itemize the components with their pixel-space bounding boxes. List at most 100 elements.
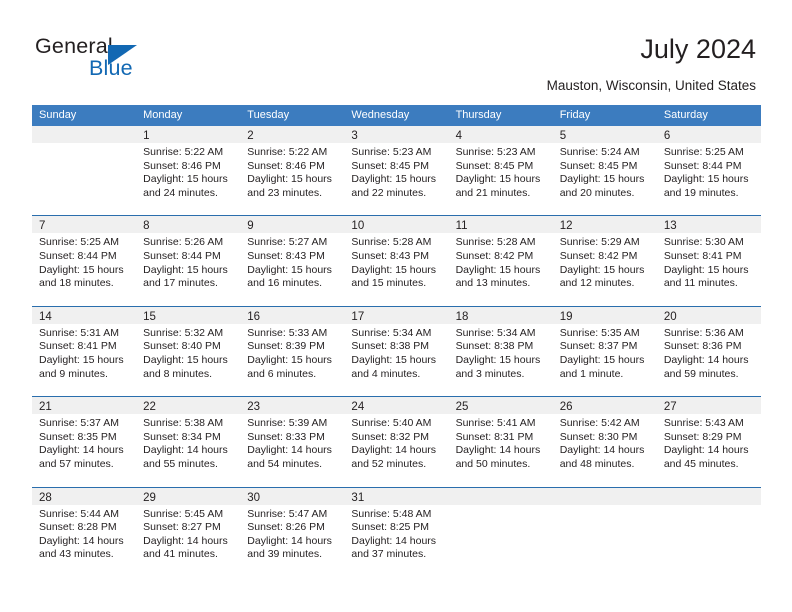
calendar-day-cell[interactable]: 12 Sunrise: 5:29 AM Sunset: 8:42 PM Dayligh… (552, 216, 657, 306)
daylight-duration-line1: Daylight: 15 hours (351, 353, 437, 366)
calendar-page: General Blue July 2024 Mauston, Wisconsi… (0, 0, 792, 612)
calendar-day-cell[interactable]: 9 Sunrise: 5:27 AM Sunset: 8:43 PM Daylight… (240, 216, 345, 306)
calendar-day-cell[interactable]: 20 Sunrise: 5:36 AM Sunset: 8:36 PM Dayligh… (656, 306, 761, 397)
day-number: 20 (663, 310, 677, 323)
sunset-time: Sunset: 8:27 PM (143, 521, 221, 534)
day-details: Sunrise: 5:34 AM Sunset: 8:38 PM Daylight:… (344, 324, 448, 381)
calendar-day-cell[interactable]: 14 Sunrise: 5:31 AM Sunset: 8:41 PM Dayligh… (32, 306, 137, 397)
daylight-duration-line2: and 24 minutes. (143, 186, 218, 199)
day-number-band: 10 (344, 216, 449, 234)
calendar-day-cell[interactable]: 10 Sunrise: 5:28 AM Sunset: 8:43 PM Dayligh… (344, 216, 449, 306)
daylight-duration-line1: Daylight: 15 hours (559, 353, 645, 366)
sunset-time: Sunset: 8:43 PM (247, 249, 325, 262)
calendar-day-cell[interactable]: 29 Sunrise: 5:45 AM Sunset: 8:27 PM Dayligh… (136, 487, 241, 577)
daylight-duration-line1: Daylight: 14 hours (559, 444, 645, 457)
daylight-duration-line2: and 4 minutes. (351, 367, 421, 380)
daylight-duration-line1: Daylight: 14 hours (247, 534, 332, 547)
calendar-day-cell[interactable]: 8 Sunrise: 5:26 AM Sunset: 8:44 PM Daylight… (136, 216, 241, 306)
day-number: 2 (247, 130, 254, 142)
calendar-day-cell[interactable]: 7 Sunrise: 5:25 AM Sunset: 8:44 PM Daylight… (32, 216, 137, 306)
calendar-day-cell[interactable]: 27 Sunrise: 5:43 AM Sunset: 8:29 PM Dayligh… (656, 397, 761, 487)
calendar-day-cell[interactable]: 2 Sunrise: 5:22 AM Sunset: 8:46 PM Daylight… (240, 126, 345, 216)
day-details: Sunrise: 5:34 AM Sunset: 8:38 PM Daylight:… (449, 324, 553, 381)
calendar-day-cell[interactable]: 30 Sunrise: 5:47 AM Sunset: 8:26 PM Dayligh… (240, 487, 345, 577)
calendar-day-cell[interactable]: 24 Sunrise: 5:40 AM Sunset: 8:32 PM Dayligh… (344, 397, 449, 487)
weekday-header-saturday: Saturday (663, 109, 708, 121)
day-details: Sunrise: 5:33 AM Sunset: 8:39 PM Daylight:… (240, 324, 344, 381)
day-number-band: 22 (136, 397, 241, 415)
daylight-duration-line1: Daylight: 15 hours (663, 173, 749, 186)
daylight-duration-line1: Daylight: 15 hours (455, 173, 541, 186)
sunset-time: Sunset: 8:46 PM (247, 159, 325, 172)
sunset-time: Sunset: 8:37 PM (559, 340, 638, 353)
day-number-band: 16 (240, 306, 345, 324)
sunrise-time: Sunrise: 5:44 AM (39, 507, 119, 520)
day-details: Sunrise: 5:29 AM Sunset: 8:42 PM Daylight:… (553, 233, 657, 290)
calendar-day-cell[interactable]: 28 Sunrise: 5:44 AM Sunset: 8:28 PM Dayligh… (32, 487, 137, 577)
day-details: Sunrise: 5:40 AM Sunset: 8:32 PM Daylight:… (344, 414, 448, 471)
sunrise-time: Sunrise: 5:25 AM (663, 146, 744, 158)
calendar-day-cell[interactable]: 17 Sunrise: 5:34 AM Sunset: 8:38 PM Dayligh… (344, 306, 449, 397)
day-number: 4 (455, 130, 462, 142)
calendar-day-cell[interactable]: 4 Sunrise: 5:23 AM Sunset: 8:45 PM Daylight… (448, 126, 553, 216)
sunrise-time: Sunrise: 5:41 AM (455, 417, 536, 430)
sunrise-time: Sunrise: 5:38 AM (143, 417, 224, 430)
day-details: Sunrise: 5:28 AM Sunset: 8:42 PM Daylight:… (449, 233, 553, 290)
sunrise-time: Sunrise: 5:28 AM (351, 236, 432, 249)
day-number: 21 (39, 401, 52, 414)
calendar-day-cell[interactable]: 19 Sunrise: 5:35 AM Sunset: 8:37 PM Dayligh… (552, 306, 657, 397)
calendar-day-cell[interactable]: 6 Sunrise: 5:25 AM Sunset: 8:44 PM Daylight… (656, 126, 761, 216)
sunset-time: Sunset: 8:45 PM (559, 159, 638, 172)
daylight-duration-line2: and 3 minutes. (455, 367, 525, 380)
calendar-day-cell[interactable]: 31 Sunrise: 5:48 AM Sunset: 8:25 PM Dayligh… (344, 487, 449, 577)
day-number-band (448, 487, 553, 505)
calendar-day-cell[interactable]: 25 Sunrise: 5:41 AM Sunset: 8:31 PM Dayligh… (448, 397, 553, 487)
calendar-day-cell[interactable]: 5 Sunrise: 5:24 AM Sunset: 8:45 PM Daylight… (552, 126, 657, 216)
weekday-header-thursday: Thursday (455, 109, 502, 121)
calendar-day-cell[interactable]: 22 Sunrise: 5:38 AM Sunset: 8:34 PM Dayligh… (136, 397, 241, 487)
logo-text-blue: Blue (89, 56, 133, 80)
calendar-day-cell[interactable]: 15 Sunrise: 5:32 AM Sunset: 8:40 PM Dayligh… (136, 306, 241, 397)
daylight-duration-line2: and 21 minutes. (455, 186, 531, 199)
calendar-week-row: 28 Sunrise: 5:44 AM Sunset: 8:28 PM Dayligh… (32, 486, 761, 577)
day-number-band: 18 (448, 306, 553, 324)
calendar-day-cell[interactable]: 26 Sunrise: 5:42 AM Sunset: 8:30 PM Dayligh… (552, 397, 657, 487)
weekday-header-row: Sunday Monday Tuesday Wednesday Thursday… (32, 105, 761, 126)
calendar-day-cell[interactable]: 18 Sunrise: 5:34 AM Sunset: 8:38 PM Dayligh… (448, 306, 553, 397)
day-details: Sunrise: 5:41 AM Sunset: 8:31 PM Daylight:… (449, 414, 553, 471)
calendar-day-cell[interactable]: 11 Sunrise: 5:28 AM Sunset: 8:42 PM Dayligh… (448, 216, 553, 306)
sunrise-time: Sunrise: 5:42 AM (559, 417, 640, 430)
day-details: Sunrise: 5:26 AM Sunset: 8:44 PM Daylight:… (136, 233, 240, 290)
sunset-time: Sunset: 8:44 PM (143, 249, 221, 262)
calendar-day-cell[interactable]: 23 Sunrise: 5:39 AM Sunset: 8:33 PM Dayligh… (240, 397, 345, 487)
day-number: 13 (663, 220, 677, 233)
sunset-time: Sunset: 8:28 PM (39, 521, 117, 534)
calendar-day-cell[interactable]: 21 Sunrise: 5:37 AM Sunset: 8:35 PM Dayligh… (32, 397, 137, 487)
calendar-day-cell[interactable]: 1 Sunrise: 5:22 AM Sunset: 8:46 PM Daylight… (136, 126, 241, 216)
calendar-day-cell-empty (448, 487, 553, 577)
day-number-band: 28 (32, 487, 137, 505)
daylight-duration-line1: Daylight: 14 hours (455, 444, 541, 457)
daylight-duration-line1: Daylight: 14 hours (39, 444, 124, 457)
calendar-day-cell[interactable]: 3 Sunrise: 5:23 AM Sunset: 8:45 PM Daylight… (344, 126, 449, 216)
calendar-day-cell[interactable]: 16 Sunrise: 5:33 AM Sunset: 8:39 PM Dayligh… (240, 306, 345, 397)
sunrise-time: Sunrise: 5:34 AM (455, 326, 536, 339)
sunset-time: Sunset: 8:34 PM (143, 430, 221, 443)
daylight-duration-line1: Daylight: 14 hours (247, 444, 332, 457)
daylight-duration-line1: Daylight: 15 hours (143, 353, 228, 366)
daylight-duration-line2: and 15 minutes. (351, 277, 427, 290)
sunset-time: Sunset: 8:42 PM (455, 249, 534, 262)
daylight-duration-line1: Daylight: 15 hours (39, 353, 124, 366)
day-number: 31 (351, 491, 365, 504)
day-number: 22 (143, 401, 156, 414)
general-blue-logo[interactable]: General Blue (35, 34, 215, 82)
calendar-day-cell[interactable]: 13 Sunrise: 5:30 AM Sunset: 8:41 PM Dayligh… (656, 216, 761, 306)
day-details: Sunrise: 5:39 AM Sunset: 8:33 PM Daylight:… (240, 414, 344, 471)
sunset-time: Sunset: 8:45 PM (455, 159, 534, 172)
sunset-time: Sunset: 8:30 PM (559, 430, 638, 443)
day-number-band: 4 (448, 126, 553, 143)
sunrise-time: Sunrise: 5:27 AM (247, 236, 328, 249)
day-details: Sunrise: 5:37 AM Sunset: 8:35 PM Daylight:… (32, 414, 136, 471)
day-number-band: 11 (448, 216, 553, 234)
day-number: 10 (351, 220, 365, 233)
